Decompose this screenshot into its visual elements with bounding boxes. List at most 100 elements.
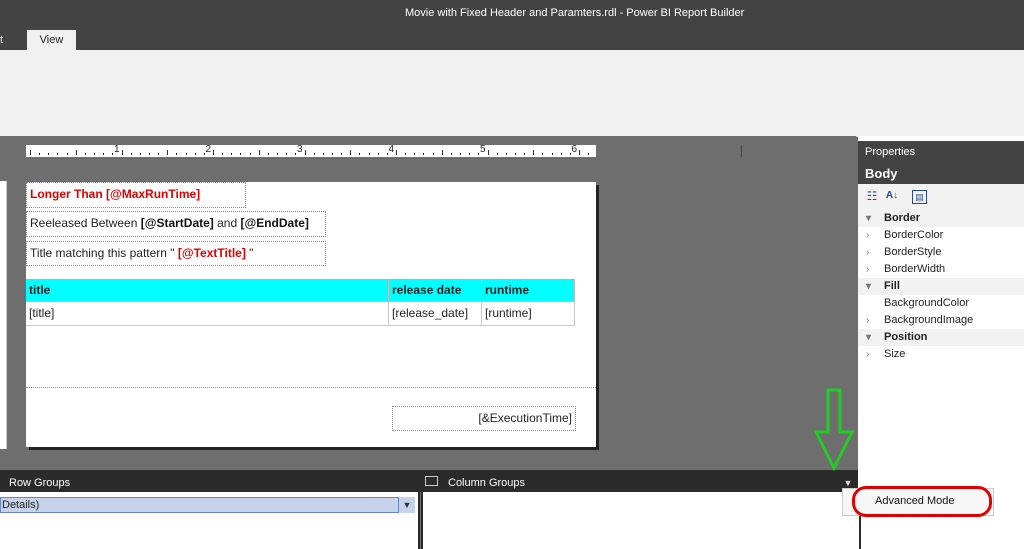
ribbon-tab-view[interactable]: View	[27, 30, 76, 50]
ruler-tick	[249, 153, 251, 155]
ruler-tick	[460, 153, 462, 155]
expand-icon[interactable]: ›	[866, 227, 869, 244]
property-label: BorderStyle	[884, 246, 942, 258]
expand-icon[interactable]: ›	[866, 312, 869, 329]
ruler-tick	[533, 150, 535, 155]
ruler-tick	[277, 153, 279, 155]
property-row[interactable]: › BorderWidth	[858, 261, 1024, 278]
page-footer-divider	[26, 387, 596, 388]
ruler-tick	[551, 153, 553, 155]
data-cell-title[interactable]: [title]	[26, 302, 389, 326]
ruler-tick	[39, 153, 41, 155]
ruler-number: 5	[480, 144, 486, 155]
ribbon-tab-row	[0, 30, 1024, 50]
collapse-icon[interactable]: ▾	[866, 329, 871, 346]
title-pattern-prefix: Title matching this pattern "	[30, 246, 178, 260]
textbox-execution-time[interactable]: [&ExecutionTime]	[392, 406, 576, 431]
data-cell-release-date[interactable]: [release_date]	[389, 302, 482, 326]
ruler-tick	[258, 150, 260, 155]
ruler-tick	[57, 153, 59, 155]
annotation-arrow-shape	[814, 388, 855, 472]
property-label: BackgroundImage	[884, 314, 974, 326]
ruler-tick	[148, 153, 150, 155]
max-runtime-prefix: Longer Than	[30, 187, 106, 201]
ruler-tick	[414, 153, 416, 155]
ruler-tick	[405, 153, 407, 155]
ruler-number: 3	[297, 144, 303, 155]
property-row[interactable]: ▾ Fill	[858, 278, 1024, 295]
ruler-tick	[304, 150, 306, 155]
ribbon-panel	[0, 50, 1024, 137]
ruler-tick	[588, 153, 590, 155]
property-row[interactable]: › BorderColor	[858, 227, 1024, 244]
ruler-number: 2	[205, 144, 212, 155]
ruler-tick	[30, 150, 31, 155]
data-cell-runtime[interactable]: [runtime]	[482, 302, 575, 326]
property-row[interactable]: › Size	[858, 346, 1024, 363]
textbox-release-range[interactable]: Reeleased Between [@StartDate] and [@End…	[26, 211, 326, 237]
expand-icon[interactable]: ›	[866, 346, 869, 363]
row-group-dropdown-icon[interactable]: ▼	[398, 497, 415, 513]
window-title: Movie with Fixed Header and Paramters.rd…	[405, 7, 745, 19]
ribbon-tab-partial[interactable]: t	[0, 30, 14, 50]
properties-object-name: Body	[858, 163, 1024, 184]
ruler-tick	[167, 150, 169, 155]
ruler-tick	[176, 153, 178, 155]
expand-icon[interactable]: ›	[866, 261, 869, 278]
property-label: Border	[884, 212, 921, 224]
ruler-tick	[313, 153, 315, 155]
ruler-tick	[267, 153, 269, 155]
property-label: Fill	[884, 280, 900, 292]
column-groups-pane	[421, 492, 861, 549]
vertical-ruler	[0, 181, 7, 449]
ruler-tick	[66, 153, 68, 155]
textbox-max-runtime[interactable]: Longer Than [@MaxRunTime]	[26, 182, 246, 208]
sort-az-icon[interactable]: A↓	[884, 188, 900, 204]
header-cell-release-date[interactable]: release date	[389, 279, 482, 302]
movie-table[interactable]: title release date runtime [title] [rele…	[26, 279, 575, 326]
ruler-number: 4	[388, 144, 395, 155]
expand-icon[interactable]: ›	[866, 244, 869, 261]
property-row[interactable]: ▾ Border	[858, 210, 1024, 227]
ruler-tick	[222, 153, 224, 155]
ruler-tick	[75, 150, 77, 155]
ruler-tick	[359, 153, 361, 155]
categorized-icon[interactable]: ☷	[864, 188, 880, 204]
horizontal-ruler: 1 2 3 4 5 6	[26, 144, 596, 157]
column-groups-label: Column Groups	[448, 477, 526, 489]
ruler-tick	[94, 153, 96, 155]
ruler-tick	[505, 153, 507, 155]
ruler-tick	[286, 153, 288, 155]
property-label: Position	[884, 331, 928, 343]
property-row[interactable]: BackgroundColor	[858, 295, 1024, 312]
ruler-tick	[560, 153, 562, 155]
ruler-tick	[121, 150, 123, 155]
ruler-tick	[432, 153, 434, 155]
property-row[interactable]: ▾ Position	[858, 329, 1024, 346]
ruler-tick	[469, 153, 471, 155]
header-cell-runtime[interactable]: runtime	[482, 279, 575, 302]
header-cell-title[interactable]: title	[26, 279, 389, 302]
ruler-tick	[341, 153, 343, 155]
ruler-tick	[84, 153, 86, 155]
ruler-tick	[130, 153, 132, 155]
property-pages-icon[interactable]: ▤	[912, 190, 927, 204]
ruler-tick	[331, 153, 333, 155]
textbox-title-pattern[interactable]: Title matching this pattern " [@TextTitl…	[26, 241, 326, 266]
ruler-tick	[542, 153, 544, 155]
ruler-tick	[213, 150, 214, 155]
ruler-tick	[350, 150, 352, 155]
ruler-tick	[496, 153, 498, 155]
collapse-icon[interactable]: ▾	[866, 210, 871, 227]
ruler-tick	[377, 153, 379, 155]
ruler-tick	[322, 153, 324, 155]
collapse-icon[interactable]: ▾	[866, 278, 871, 295]
ruler-number: 1	[114, 144, 120, 155]
ruler-tick	[423, 153, 425, 155]
property-row[interactable]: › BorderStyle	[858, 244, 1024, 261]
ruler-tick	[231, 153, 233, 155]
row-group-details[interactable]: Details)	[0, 497, 414, 513]
property-row[interactable]: › BackgroundImage	[858, 312, 1024, 329]
title-pattern-suffix: "	[245, 246, 254, 260]
ruler-tick	[441, 150, 443, 155]
